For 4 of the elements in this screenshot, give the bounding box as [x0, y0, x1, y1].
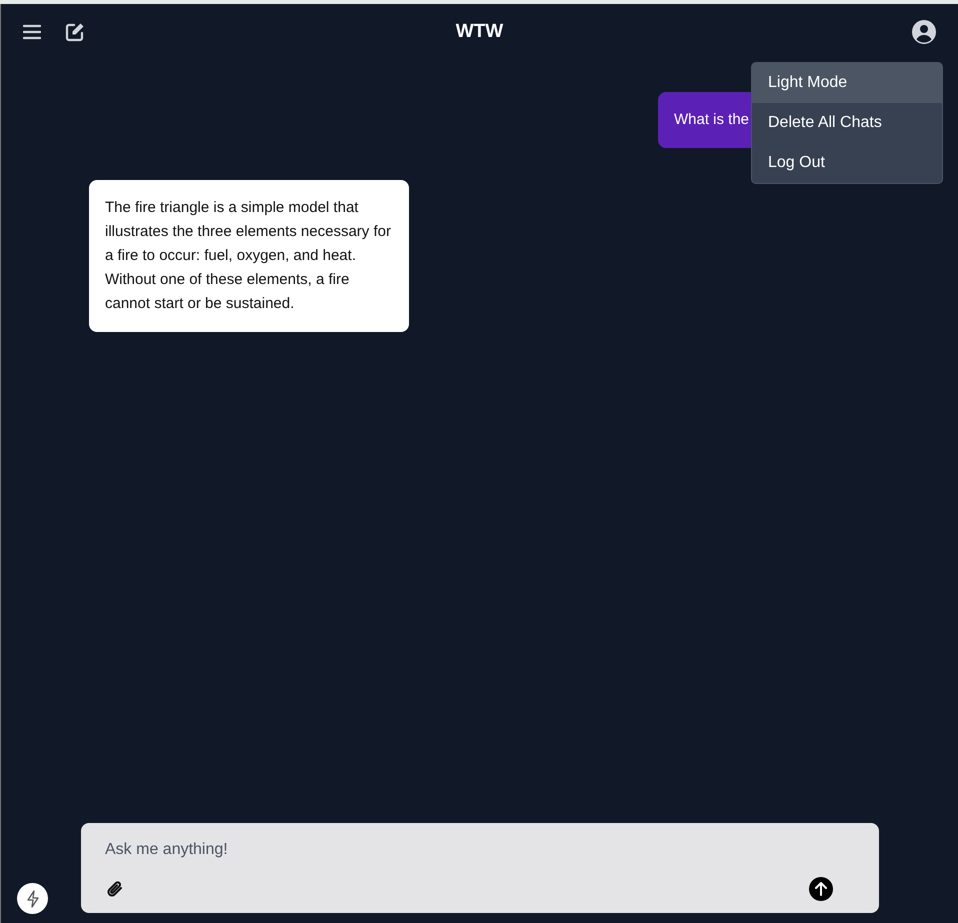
assistant-message: The fire triangle is a simple model that illustrates the three elements necessary for a fire to occur: fuel, oxygen, and heat. Without one of these elements, a fire cannot start or be sustained. — [89, 180, 409, 332]
menu-item[interactable]: Light Mode — [752, 63, 942, 103]
app-title: WTW — [456, 21, 504, 43]
message-input[interactable]: Ask me anything! — [105, 839, 855, 861]
